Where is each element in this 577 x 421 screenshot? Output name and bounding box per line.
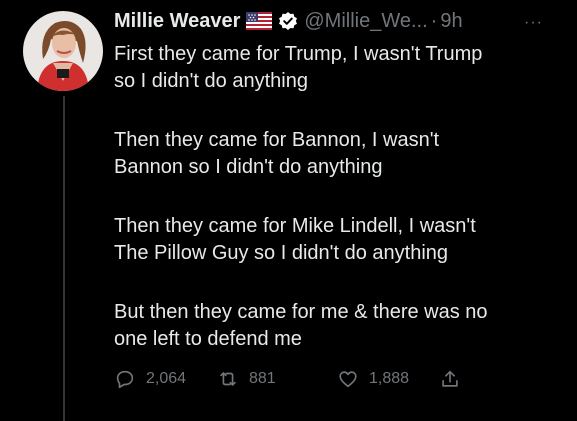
separator: ·	[430, 9, 438, 32]
share-button[interactable]	[439, 368, 461, 390]
tweet-line: The Pillow Guy so I didn't do anything	[114, 242, 449, 264]
tweet-paragraph-2: Then they came for Bannon, I wasn't Bann…	[114, 127, 564, 181]
thread-line	[63, 96, 65, 421]
tweet[interactable]: Millie Weaver @Millie_We... · 9h ··· Fir…	[0, 0, 577, 421]
avatar[interactable]	[23, 11, 103, 91]
tweet-line: Then they came for Mike Lindell, I wasn'…	[114, 215, 476, 237]
reply-icon	[116, 370, 134, 389]
handle[interactable]: @Millie_We...	[304, 10, 427, 33]
reply-button[interactable]: 2,064	[114, 368, 214, 390]
retweet-button[interactable]: 881	[217, 368, 337, 390]
more-options-icon[interactable]: ···	[524, 14, 543, 32]
tweet-line: But then they came for me & there was no	[114, 301, 488, 323]
tweet-line: First they came for Trump, I wasn't Trum…	[114, 43, 483, 65]
verified-badge-icon	[278, 11, 298, 31]
us-flag-icon	[246, 12, 273, 30]
retweet-icon	[220, 372, 236, 386]
tweet-line: one left to defend me	[114, 328, 302, 350]
tweet-header: Millie Weaver @Millie_We... · 9h	[114, 6, 564, 36]
display-name[interactable]: Millie Weaver	[114, 10, 240, 33]
timestamp[interactable]: 9h	[440, 10, 462, 33]
share-icon	[442, 370, 458, 387]
tweet-line: so I didn't do anything	[114, 70, 308, 92]
retweet-count: 881	[249, 370, 276, 387]
tweet-paragraph-3: Then they came for Mike Lindell, I wasn'…	[114, 213, 564, 267]
tweet-actions: 2,064 881 1,888	[114, 366, 514, 392]
reply-count: 2,064	[146, 370, 187, 387]
tweet-line: Bannon so I didn't do anything	[114, 156, 383, 178]
tweet-body: Millie Weaver @Millie_We... · 9h ··· Fir…	[114, 6, 564, 353]
like-count: 1,888	[369, 370, 410, 387]
tweet-line: Then they came for Bannon, I wasn't	[114, 129, 440, 151]
heart-icon	[339, 371, 357, 388]
tweet-paragraph-4: But then they came for me & there was no…	[114, 299, 564, 353]
like-button[interactable]: 1,888	[337, 368, 437, 390]
tweet-paragraph-1: First they came for Trump, I wasn't Trum…	[114, 41, 564, 95]
